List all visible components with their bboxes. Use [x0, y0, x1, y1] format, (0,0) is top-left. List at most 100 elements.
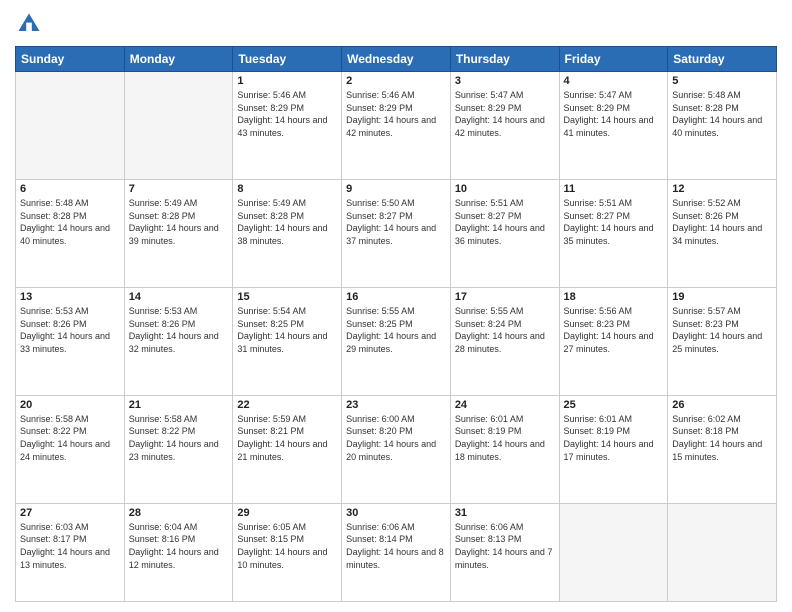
calendar-day-cell: 3 Sunrise: 5:47 AM Sunset: 8:29 PM Daylig…	[450, 72, 559, 180]
day-number: 1	[237, 75, 337, 87]
day-info: Sunrise: 5:59 AM Sunset: 8:21 PM Dayligh…	[237, 413, 337, 463]
day-info: Sunrise: 5:57 AM Sunset: 8:23 PM Dayligh…	[672, 305, 772, 355]
calendar-day-cell	[559, 503, 668, 601]
day-info: Sunrise: 5:51 AM Sunset: 8:27 PM Dayligh…	[455, 197, 555, 247]
day-number: 4	[564, 75, 664, 87]
day-info: Sunrise: 6:01 AM Sunset: 8:19 PM Dayligh…	[455, 413, 555, 463]
weekday-header-tuesday: Tuesday	[233, 47, 342, 72]
weekday-header-saturday: Saturday	[668, 47, 777, 72]
day-number: 3	[455, 75, 555, 87]
day-info: Sunrise: 5:49 AM Sunset: 8:28 PM Dayligh…	[237, 197, 337, 247]
weekday-header-sunday: Sunday	[16, 47, 125, 72]
day-number: 9	[346, 183, 446, 195]
header	[15, 10, 777, 38]
day-info: Sunrise: 5:55 AM Sunset: 8:25 PM Dayligh…	[346, 305, 446, 355]
calendar-day-cell: 19Sunrise: 5:57 AM Sunset: 8:23 PM Dayli…	[668, 287, 777, 395]
day-info: Sunrise: 6:04 AM Sunset: 8:16 PM Dayligh…	[129, 521, 229, 571]
day-info: Sunrise: 6:06 AM Sunset: 8:14 PM Dayligh…	[346, 521, 446, 571]
calendar-day-cell: 29Sunrise: 6:05 AM Sunset: 8:15 PM Dayli…	[233, 503, 342, 601]
calendar-day-cell: 8 Sunrise: 5:49 AM Sunset: 8:28 PM Daylig…	[233, 179, 342, 287]
logo	[15, 10, 47, 38]
calendar-day-cell	[16, 72, 125, 180]
calendar-day-cell: 23 Sunrise: 6:00 AM Sunset: 8:20 PM Dayli…	[342, 395, 451, 503]
day-number: 15	[237, 291, 337, 303]
generalblue-logo-icon	[15, 10, 43, 38]
day-number: 26	[672, 399, 772, 411]
calendar-day-cell: 2 Sunrise: 5:46 AM Sunset: 8:29 PM Daylig…	[342, 72, 451, 180]
day-info: Sunrise: 6:00 AM Sunset: 8:20 PM Dayligh…	[346, 413, 446, 463]
day-number: 5	[672, 75, 772, 87]
day-number: 7	[129, 183, 229, 195]
calendar-week-row-3: 20 Sunrise: 5:58 AM Sunset: 8:22 PM Dayli…	[16, 395, 777, 503]
day-info: Sunrise: 5:47 AM Sunset: 8:29 PM Dayligh…	[564, 89, 664, 139]
calendar-table: SundayMondayTuesdayWednesdayThursdayFrid…	[15, 46, 777, 602]
calendar-day-cell	[668, 503, 777, 601]
day-number: 22	[237, 399, 337, 411]
day-number: 24	[455, 399, 555, 411]
calendar-week-row-4: 27Sunrise: 6:03 AM Sunset: 8:17 PM Dayli…	[16, 503, 777, 601]
day-info: Sunrise: 6:01 AM Sunset: 8:19 PM Dayligh…	[564, 413, 664, 463]
calendar-week-row-0: 1 Sunrise: 5:46 AM Sunset: 8:29 PM Daylig…	[16, 72, 777, 180]
calendar-day-cell: 5 Sunrise: 5:48 AM Sunset: 8:28 PM Daylig…	[668, 72, 777, 180]
day-info: Sunrise: 5:53 AM Sunset: 8:26 PM Dayligh…	[20, 305, 120, 355]
day-number: 6	[20, 183, 120, 195]
day-number: 16	[346, 291, 446, 303]
day-info: Sunrise: 5:58 AM Sunset: 8:22 PM Dayligh…	[20, 413, 120, 463]
day-number: 23	[346, 399, 446, 411]
calendar-day-cell: 30 Sunrise: 6:06 AM Sunset: 8:14 PM Dayli…	[342, 503, 451, 601]
day-info: Sunrise: 6:02 AM Sunset: 8:18 PM Dayligh…	[672, 413, 772, 463]
weekday-header-wednesday: Wednesday	[342, 47, 451, 72]
calendar-day-cell: 13 Sunrise: 5:53 AM Sunset: 8:26 PM Dayli…	[16, 287, 125, 395]
calendar-week-row-2: 13 Sunrise: 5:53 AM Sunset: 8:26 PM Dayli…	[16, 287, 777, 395]
day-number: 30	[346, 507, 446, 519]
weekday-header-friday: Friday	[559, 47, 668, 72]
day-info: Sunrise: 5:52 AM Sunset: 8:26 PM Dayligh…	[672, 197, 772, 247]
day-number: 28	[129, 507, 229, 519]
day-info: Sunrise: 5:53 AM Sunset: 8:26 PM Dayligh…	[129, 305, 229, 355]
day-number: 25	[564, 399, 664, 411]
day-number: 12	[672, 183, 772, 195]
day-number: 10	[455, 183, 555, 195]
day-info: Sunrise: 5:47 AM Sunset: 8:29 PM Dayligh…	[455, 89, 555, 139]
calendar-day-cell: 4 Sunrise: 5:47 AM Sunset: 8:29 PM Daylig…	[559, 72, 668, 180]
day-number: 17	[455, 291, 555, 303]
calendar-day-cell	[124, 72, 233, 180]
page: SundayMondayTuesdayWednesdayThursdayFrid…	[0, 0, 792, 612]
calendar-day-cell: 27Sunrise: 6:03 AM Sunset: 8:17 PM Dayli…	[16, 503, 125, 601]
day-info: Sunrise: 5:46 AM Sunset: 8:29 PM Dayligh…	[346, 89, 446, 139]
day-info: Sunrise: 5:55 AM Sunset: 8:24 PM Dayligh…	[455, 305, 555, 355]
calendar-day-cell: 28 Sunrise: 6:04 AM Sunset: 8:16 PM Dayli…	[124, 503, 233, 601]
day-info: Sunrise: 5:50 AM Sunset: 8:27 PM Dayligh…	[346, 197, 446, 247]
day-number: 21	[129, 399, 229, 411]
day-info: Sunrise: 6:05 AM Sunset: 8:15 PM Dayligh…	[237, 521, 337, 571]
day-number: 31	[455, 507, 555, 519]
day-number: 27	[20, 507, 120, 519]
calendar-day-cell: 24 Sunrise: 6:01 AM Sunset: 8:19 PM Dayli…	[450, 395, 559, 503]
day-info: Sunrise: 5:51 AM Sunset: 8:27 PM Dayligh…	[564, 197, 664, 247]
calendar-day-cell: 12 Sunrise: 5:52 AM Sunset: 8:26 PM Dayli…	[668, 179, 777, 287]
calendar-day-cell: 20 Sunrise: 5:58 AM Sunset: 8:22 PM Dayli…	[16, 395, 125, 503]
day-info: Sunrise: 5:48 AM Sunset: 8:28 PM Dayligh…	[20, 197, 120, 247]
calendar-day-cell: 1Sunrise: 5:46 AM Sunset: 8:29 PM Daylig…	[233, 72, 342, 180]
day-number: 13	[20, 291, 120, 303]
calendar-day-cell: 7Sunrise: 5:49 AM Sunset: 8:28 PM Daylig…	[124, 179, 233, 287]
calendar-day-cell: 6 Sunrise: 5:48 AM Sunset: 8:28 PM Daylig…	[16, 179, 125, 287]
day-info: Sunrise: 5:54 AM Sunset: 8:25 PM Dayligh…	[237, 305, 337, 355]
day-info: Sunrise: 5:58 AM Sunset: 8:22 PM Dayligh…	[129, 413, 229, 463]
weekday-header-monday: Monday	[124, 47, 233, 72]
calendar-day-cell: 11 Sunrise: 5:51 AM Sunset: 8:27 PM Dayli…	[559, 179, 668, 287]
calendar-week-row-1: 6 Sunrise: 5:48 AM Sunset: 8:28 PM Daylig…	[16, 179, 777, 287]
calendar-day-cell: 17 Sunrise: 5:55 AM Sunset: 8:24 PM Dayli…	[450, 287, 559, 395]
day-number: 2	[346, 75, 446, 87]
calendar-day-cell: 15 Sunrise: 5:54 AM Sunset: 8:25 PM Dayli…	[233, 287, 342, 395]
day-number: 20	[20, 399, 120, 411]
day-number: 8	[237, 183, 337, 195]
calendar-day-cell: 26 Sunrise: 6:02 AM Sunset: 8:18 PM Dayli…	[668, 395, 777, 503]
day-info: Sunrise: 5:56 AM Sunset: 8:23 PM Dayligh…	[564, 305, 664, 355]
calendar-day-cell: 21 Sunrise: 5:58 AM Sunset: 8:22 PM Dayli…	[124, 395, 233, 503]
day-info: Sunrise: 6:06 AM Sunset: 8:13 PM Dayligh…	[455, 521, 555, 571]
day-number: 11	[564, 183, 664, 195]
weekday-header-row: SundayMondayTuesdayWednesdayThursdayFrid…	[16, 47, 777, 72]
calendar-day-cell: 14Sunrise: 5:53 AM Sunset: 8:26 PM Dayli…	[124, 287, 233, 395]
day-info: Sunrise: 5:48 AM Sunset: 8:28 PM Dayligh…	[672, 89, 772, 139]
